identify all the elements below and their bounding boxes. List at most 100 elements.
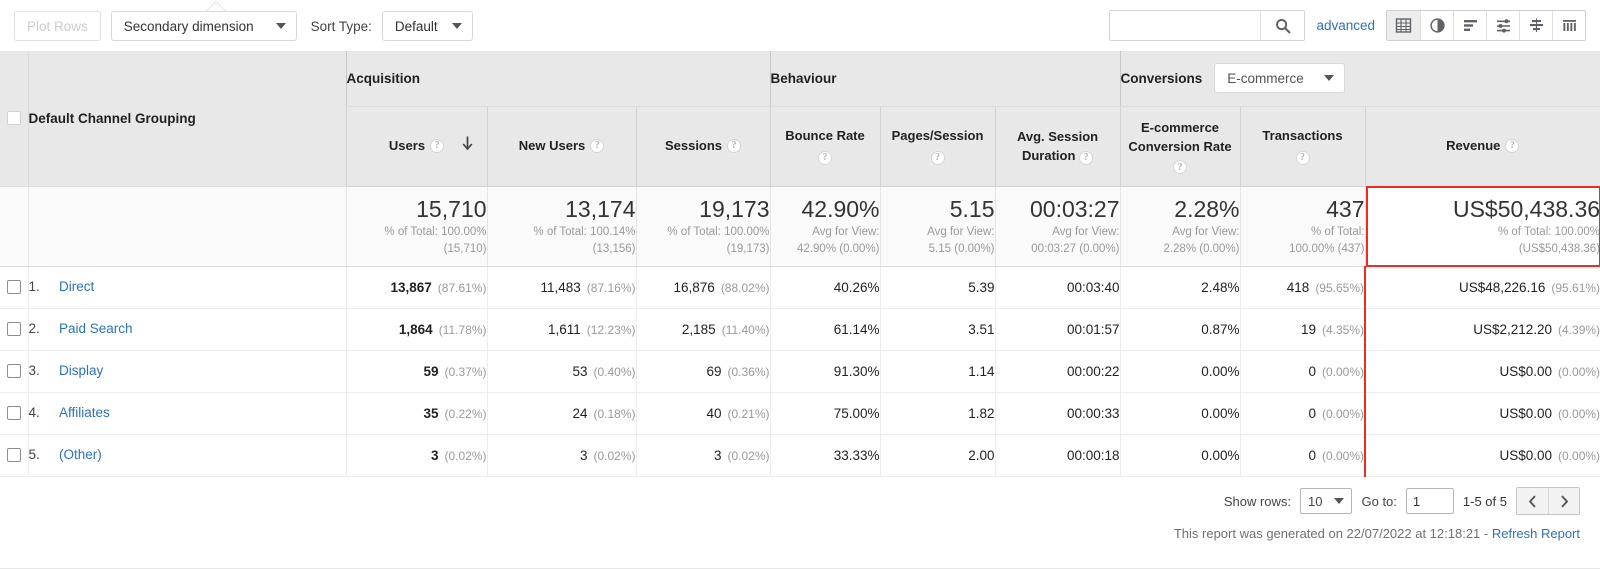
cell-percent: (0.00%)	[1558, 406, 1600, 421]
table-row[interactable]: 4. Affiliates 35 (0.22%) 24 (0.18%) 40 (0.2…	[0, 392, 1600, 435]
column-header-users[interactable]: Users ?	[345, 106, 487, 187]
advanced-link[interactable]: advanced	[1316, 18, 1375, 33]
cell-transactions: 19 (4.35%)	[1239, 308, 1366, 351]
pie-view-button[interactable]	[1420, 11, 1453, 40]
show-rows-select[interactable]: 10	[1300, 488, 1353, 514]
row-dimension-link[interactable]: Paid Search	[59, 321, 133, 336]
next-page-button[interactable]	[1548, 488, 1579, 514]
help-icon[interactable]: ?	[727, 139, 742, 153]
row-dimension-link[interactable]: Display	[59, 363, 103, 378]
column-header-avg-session-duration[interactable]: Avg. Session Duration ?	[994, 106, 1121, 187]
row-checkbox-cell[interactable]	[0, 434, 29, 477]
cell-ecommerce-conversion-rate: 0.00%	[1119, 434, 1241, 477]
row-checkbox[interactable]	[6, 279, 21, 294]
go-to-input[interactable]	[1405, 488, 1454, 514]
sort-desc-arrow-icon[interactable]	[461, 135, 474, 157]
help-icon[interactable]: ?	[430, 139, 445, 153]
chevron-down-icon	[275, 23, 286, 29]
cell-new-users: 1,611 (12.23%)	[486, 308, 636, 351]
summary-value: 5.15	[949, 195, 995, 222]
cell-value: 00:03:40	[1066, 279, 1120, 295]
previous-page-button[interactable]	[1517, 488, 1548, 514]
cell-value: 1,864	[398, 321, 433, 337]
row-dimension-link[interactable]: Direct	[59, 279, 94, 294]
help-icon[interactable]: ?	[1295, 151, 1310, 165]
cell-value: 2,185	[681, 321, 716, 337]
row-checkbox[interactable]	[6, 363, 21, 378]
cell-transactions: 418 (95.65%)	[1239, 266, 1366, 309]
row-dimension-cell: 1. Direct	[27, 266, 346, 309]
conversions-dropdown-value: E-commerce	[1227, 70, 1304, 86]
table-row[interactable]: 3. Display 59 (0.37%) 53 (0.40%) 69 (0.36%)…	[0, 350, 1600, 393]
help-icon[interactable]: ?	[930, 151, 945, 165]
column-header-revenue[interactable]: Revenue ?	[1364, 106, 1600, 187]
row-checkbox-cell[interactable]	[0, 392, 29, 435]
column-header-sessions[interactable]: Sessions ?	[635, 106, 771, 187]
cell-percent: (0.36%)	[727, 364, 770, 379]
column-header-bounce-rate[interactable]: Bounce Rate ?	[769, 106, 881, 187]
row-dimension-link[interactable]: (Other)	[59, 447, 102, 462]
conversions-dropdown[interactable]: E-commerce	[1214, 63, 1345, 94]
cell-ecommerce-conversion-rate: 2.48%	[1119, 266, 1241, 309]
cell-value: 3.51	[968, 321, 995, 337]
help-icon[interactable]: ?	[1079, 150, 1094, 165]
help-icon[interactable]: ?	[818, 151, 833, 165]
performance-view-button[interactable]	[1486, 11, 1519, 40]
secondary-dimension-dropdown[interactable]: Secondary dimension	[110, 11, 297, 41]
cell-pages-session: 1.14	[879, 350, 996, 393]
column-header-pages-session[interactable]: Pages/Session ?	[879, 106, 996, 187]
row-index: 4.	[28, 405, 40, 420]
row-checkbox-cell[interactable]	[0, 266, 29, 309]
row-checkbox-cell[interactable]	[0, 308, 29, 351]
cell-pages-session: 2.00	[879, 434, 996, 477]
pivot-view-button[interactable]	[1552, 11, 1585, 40]
cell-users: 1,864 (11.78%)	[345, 308, 487, 351]
cell-value: 0.00%	[1201, 363, 1240, 379]
dimension-header-cell[interactable]: Default Channel Grouping	[27, 51, 346, 187]
report-generated-line: This report was generated on 22/07/2022 …	[1174, 526, 1580, 541]
pivot-icon	[1562, 20, 1576, 31]
comparison-icon	[1529, 18, 1543, 32]
plot-rows-label: Plot Rows	[27, 18, 88, 34]
summary-value: 00:03:27	[1029, 195, 1120, 222]
cell-percent: (0.00%)	[1321, 448, 1365, 463]
comparison-view-button[interactable]	[1519, 11, 1552, 40]
table-row[interactable]: 1. Direct 13,867 (87.61%) 11,483 (87.16%) …	[0, 266, 1600, 309]
plot-rows-button[interactable]: Plot Rows	[14, 11, 101, 41]
cell-value: 13,867	[390, 279, 432, 295]
cell-percent: (88.02%)	[720, 280, 770, 295]
column-header-ecommerce-conversion-rate[interactable]: E-commerce Conversion Rate ?	[1119, 106, 1241, 187]
percentage-view-button[interactable]	[1453, 11, 1486, 40]
column-label: Bounce Rate	[785, 128, 865, 143]
summary-value: 2.28%	[1174, 195, 1240, 222]
search-box[interactable]	[1109, 10, 1306, 41]
help-icon[interactable]: ?	[590, 139, 605, 153]
row-checkbox[interactable]	[6, 321, 21, 336]
help-icon[interactable]: ?	[1505, 139, 1520, 153]
cell-sessions: 40 (0.21%)	[635, 392, 771, 435]
group-behaviour: Behaviour	[769, 51, 1121, 107]
search-button[interactable]	[1260, 11, 1305, 40]
cell-percent: (87.16%)	[586, 280, 636, 295]
group-acquisition-label: Acquisition	[346, 70, 421, 86]
ga-report-page: Plot Rows Secondary dimension Sort Type:…	[0, 0, 1600, 569]
row-checkbox[interactable]	[6, 447, 21, 462]
search-input[interactable]	[1110, 11, 1261, 40]
column-header-new-users[interactable]: New Users ?	[486, 106, 636, 187]
cell-value: 0.00%	[1201, 447, 1240, 463]
row-dimension-link[interactable]: Affiliates	[59, 405, 110, 420]
help-icon[interactable]: ?	[1173, 160, 1188, 174]
table-row[interactable]: 2. Paid Search 1,864 (11.78%) 1,611 (12.23…	[0, 308, 1600, 351]
sort-type-dropdown[interactable]: Default	[381, 11, 473, 41]
column-header-transactions[interactable]: Transactions ?	[1239, 106, 1366, 187]
select-all-checkbox[interactable]	[6, 111, 21, 126]
range-label: 1-5 of 5	[1462, 493, 1507, 509]
cell-new-users: 11,483 (87.16%)	[486, 266, 636, 309]
refresh-report-link[interactable]: Refresh Report	[1492, 526, 1580, 541]
table-row[interactable]: 5. (Other) 3 (0.02%) 3 (0.02%) 3 (0.02%) 33…	[0, 434, 1600, 477]
cell-value: 00:00:22	[1066, 363, 1120, 379]
row-checkbox-cell[interactable]	[0, 350, 29, 393]
table-view-button[interactable]	[1387, 11, 1420, 40]
row-checkbox[interactable]	[6, 405, 21, 420]
select-all-cell	[0, 51, 29, 187]
